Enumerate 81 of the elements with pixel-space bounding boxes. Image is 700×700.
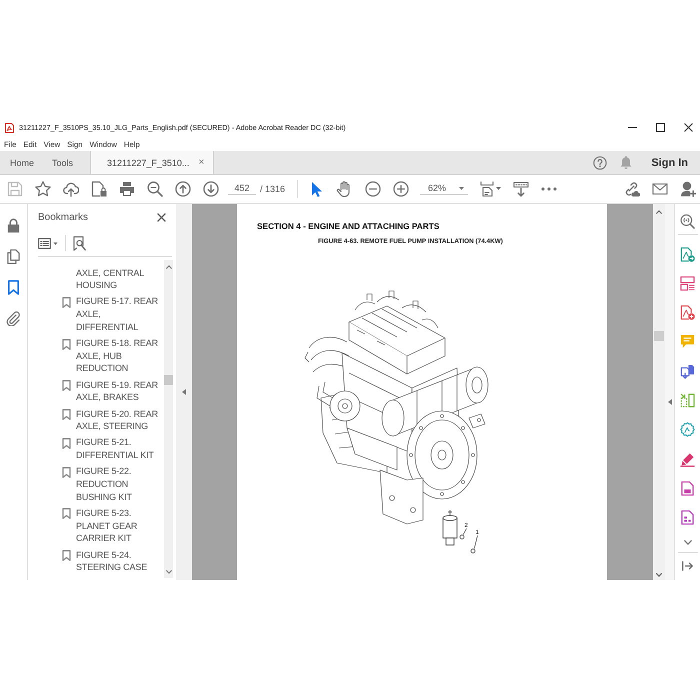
arrow-down-circle-icon[interactable]	[203, 181, 219, 197]
bookmark-item[interactable]: FIGURE 5-18. REAR AXLE, HUB REDUCTION	[28, 337, 164, 376]
bookmark-icon	[62, 550, 71, 562]
bookmark-icon	[62, 466, 71, 478]
help-icon[interactable]	[593, 156, 608, 170]
page-count: / 1316	[260, 184, 286, 194]
bookmark-item[interactable]: AXLE, CENTRAL HOUSING	[28, 266, 164, 292]
document-arrow-icon[interactable]	[680, 246, 695, 262]
collapse-icon[interactable]	[182, 389, 186, 395]
close-icon[interactable]	[684, 123, 693, 132]
bookmark-item[interactable]: FIGURE 5-17. REAR AXLE, DIFFERENTIAL	[28, 295, 164, 334]
list-options-icon[interactable]	[38, 238, 58, 248]
bookmark-search-icon[interactable]	[73, 236, 86, 250]
pdf-file-icon	[5, 122, 14, 132]
bookmark-item[interactable]: FIGURE 5-23. PLANET GEAR CARRIER KIT	[28, 506, 164, 546]
chevron-down-icon[interactable]	[684, 540, 692, 546]
magnifier-icon[interactable]	[680, 214, 695, 228]
bookmark-icon	[62, 338, 71, 350]
zoom-in-icon[interactable]	[393, 181, 410, 197]
bookmark-icon	[62, 380, 71, 392]
documents-icon[interactable]	[680, 364, 695, 379]
link-cloud-icon[interactable]	[624, 181, 640, 197]
page-number-field[interactable]: 452	[228, 183, 256, 195]
paperclip-icon[interactable]	[6, 311, 21, 326]
fitting-drawing	[470, 548, 476, 554]
document-lock-icon[interactable]	[91, 181, 107, 197]
zoom-field[interactable]: 62%	[420, 183, 468, 195]
close-tab-button[interactable]: ×	[198, 158, 204, 168]
gear-icon[interactable]	[680, 422, 695, 438]
printer-icon[interactable]	[119, 181, 135, 197]
scrollbar-thumb[interactable]	[164, 375, 173, 385]
lock-icon[interactable]	[6, 218, 21, 233]
person-add-icon[interactable]	[680, 181, 696, 197]
collapse-icon[interactable]	[668, 399, 672, 405]
panel-title: Bookmarks	[38, 212, 88, 222]
bookmark-item[interactable]: FIGURE 5-21. DIFFERENTIAL KIT	[28, 436, 164, 462]
document-plus-icon[interactable]	[680, 305, 695, 320]
bookmark-item[interactable]: FIGURE 5-20. REAR AXLE, STEERING	[28, 408, 164, 433]
section-heading: SECTION 4 - ENGINE AND ATTACHING PARTS	[257, 221, 440, 231]
hand-icon[interactable]	[336, 181, 352, 197]
document-icon[interactable]	[680, 480, 695, 496]
maximize-icon[interactable]	[656, 123, 665, 132]
tab[interactable]: Tools	[43, 151, 82, 174]
bookmark-item[interactable]: FIGURE 5-19. REAR AXLE, BRAKES	[28, 378, 164, 404]
chevron-up-icon[interactable]	[166, 265, 172, 269]
scroll-mode-icon[interactable]	[513, 181, 530, 197]
bookmark-icon	[62, 508, 71, 520]
cloud-upload-icon[interactable]	[63, 181, 79, 197]
leader-line	[474, 535, 478, 549]
layout-icon[interactable]	[680, 276, 695, 291]
bookmark-icon	[62, 296, 71, 308]
fuel-pump-drawing	[442, 510, 458, 546]
more-icon[interactable]	[541, 186, 558, 192]
chevron-up-icon[interactable]	[656, 210, 662, 214]
tab[interactable]: 31211227_F_3510... ×	[90, 151, 214, 174]
star-icon[interactable]	[35, 181, 51, 197]
copy-pages-icon[interactable]	[6, 249, 21, 264]
sign-in-button[interactable]: Sign In	[651, 156, 688, 168]
envelope-icon[interactable]	[652, 181, 668, 197]
leader-line	[462, 528, 467, 535]
pen-icon[interactable]	[680, 452, 695, 467]
caret-icon	[459, 186, 464, 190]
chevron-down-icon[interactable]	[166, 570, 172, 574]
scrollbar-track[interactable]	[653, 204, 665, 580]
bookmark-item[interactable]: FIGURE 5-24. STEERING CASE	[28, 548, 164, 574]
bookmark-icon	[62, 409, 71, 420]
form-document-icon[interactable]	[680, 510, 695, 526]
bookmark-item[interactable]: FIGURE 5-22. REDUCTION BUSHING KIT	[28, 465, 164, 504]
arrow-up-circle-icon[interactable]	[175, 181, 191, 197]
arrow-bar-icon[interactable]	[682, 561, 693, 572]
fitting-drawing	[460, 534, 464, 540]
chevron-down-icon[interactable]	[656, 573, 662, 577]
bookmark-icon[interactable]	[6, 280, 21, 295]
close-icon[interactable]	[157, 212, 166, 222]
bookmark-icon	[62, 438, 71, 449]
search-icon[interactable]	[147, 181, 163, 197]
scrollbar-track[interactable]	[164, 260, 173, 578]
tab[interactable]: Home	[1, 151, 44, 174]
scrollbar-thumb[interactable]	[654, 331, 664, 341]
zoom-out-icon[interactable]	[365, 181, 382, 197]
fit-page-icon[interactable]	[480, 181, 502, 197]
